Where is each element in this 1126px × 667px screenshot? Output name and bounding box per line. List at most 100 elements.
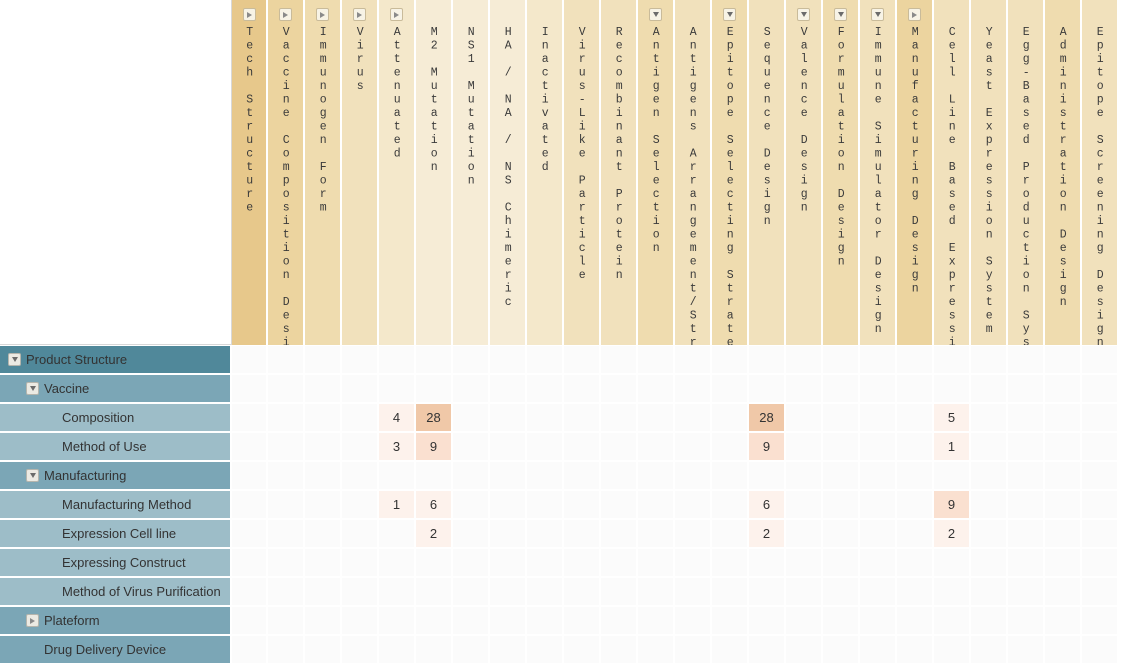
grid-cell-empty[interactable] (675, 491, 712, 520)
grid-cell-empty[interactable] (897, 433, 934, 462)
grid-cell-empty[interactable] (1008, 636, 1045, 665)
grid-cell-empty[interactable] (268, 346, 305, 375)
grid-cell-empty[interactable] (823, 607, 860, 636)
grid-cell-value[interactable]: 28 (416, 404, 453, 433)
grid-cell-empty[interactable] (564, 491, 601, 520)
grid-cell-empty[interactable] (897, 491, 934, 520)
grid-cell-empty[interactable] (823, 462, 860, 491)
grid-cell-empty[interactable] (823, 346, 860, 375)
grid-cell-empty[interactable] (786, 578, 823, 607)
grid-cell-empty[interactable] (232, 607, 268, 636)
column-header-ha-na-ns-chimeric[interactable]: HA / NA / NS Chimeric (490, 0, 527, 345)
grid-cell-empty[interactable] (342, 462, 379, 491)
grid-cell-empty[interactable] (1082, 462, 1119, 491)
tree-plateform-expand-icon[interactable] (26, 614, 39, 627)
tree-row-expressing-construct[interactable]: Expressing Construct (0, 549, 232, 578)
column-header-virus[interactable]: Virus (342, 0, 379, 345)
grid-cell-empty[interactable] (712, 549, 749, 578)
grid-cell-empty[interactable] (268, 607, 305, 636)
grid-cell-empty[interactable] (305, 375, 342, 404)
grid-cell-empty[interactable] (342, 433, 379, 462)
tree-row-product-structure[interactable]: Product Structure (0, 346, 232, 375)
grid-cell-empty[interactable] (342, 346, 379, 375)
grid-cell-empty[interactable] (268, 404, 305, 433)
grid-cell-value[interactable]: 4 (379, 404, 416, 433)
column-valence-design-collapse-icon[interactable] (797, 8, 810, 21)
grid-cell-empty[interactable] (527, 607, 564, 636)
grid-cell-empty[interactable] (601, 491, 638, 520)
grid-cell-empty[interactable] (1082, 636, 1119, 665)
grid-cell-empty[interactable] (601, 549, 638, 578)
grid-cell-value[interactable]: 5 (934, 404, 971, 433)
grid-cell-empty[interactable] (749, 578, 786, 607)
column-immunogen-form-expand-icon[interactable] (316, 8, 329, 21)
grid-cell-empty[interactable] (416, 607, 453, 636)
grid-cell-value[interactable]: 1 (934, 433, 971, 462)
grid-cell-empty[interactable] (232, 491, 268, 520)
grid-cell-empty[interactable] (601, 404, 638, 433)
grid-cell-empty[interactable] (342, 549, 379, 578)
column-header-yeast-expression-system[interactable]: Yeast Expression System (971, 0, 1008, 345)
grid-cell-empty[interactable] (823, 578, 860, 607)
grid-cell-empty[interactable] (564, 549, 601, 578)
grid-cell-empty[interactable] (786, 375, 823, 404)
grid-cell-empty[interactable] (1082, 549, 1119, 578)
grid-cell-empty[interactable] (675, 462, 712, 491)
grid-cell-empty[interactable] (1045, 404, 1082, 433)
grid-cell-empty[interactable] (416, 549, 453, 578)
grid-cell-empty[interactable] (712, 433, 749, 462)
grid-cell-empty[interactable] (379, 346, 416, 375)
grid-cell-empty[interactable] (1082, 520, 1119, 549)
grid-cell-value[interactable]: 3 (379, 433, 416, 462)
grid-cell-empty[interactable] (416, 375, 453, 404)
grid-cell-empty[interactable] (675, 433, 712, 462)
grid-cell-empty[interactable] (490, 491, 527, 520)
grid-cell-empty[interactable] (860, 375, 897, 404)
grid-cell-value[interactable]: 9 (416, 433, 453, 462)
grid-cell-empty[interactable] (786, 462, 823, 491)
grid-cell-empty[interactable] (342, 375, 379, 404)
grid-cell-empty[interactable] (490, 578, 527, 607)
grid-cell-empty[interactable] (897, 636, 934, 665)
grid-cell-empty[interactable] (416, 636, 453, 665)
grid-cell-empty[interactable] (527, 520, 564, 549)
grid-cell-empty[interactable] (860, 346, 897, 375)
grid-cell-empty[interactable] (638, 375, 675, 404)
grid-cell-empty[interactable] (1045, 491, 1082, 520)
grid-cell-empty[interactable] (490, 404, 527, 433)
grid-cell-empty[interactable] (379, 520, 416, 549)
grid-cell-empty[interactable] (860, 462, 897, 491)
grid-cell-empty[interactable] (268, 520, 305, 549)
column-header-administration-design[interactable]: Administration Design (1045, 0, 1082, 345)
grid-cell-empty[interactable] (786, 607, 823, 636)
grid-cell-empty[interactable] (268, 375, 305, 404)
grid-cell-empty[interactable] (379, 607, 416, 636)
grid-cell-empty[interactable] (453, 578, 490, 607)
grid-cell-empty[interactable] (971, 491, 1008, 520)
column-attenuated-expand-icon[interactable] (390, 8, 403, 21)
grid-cell-empty[interactable] (638, 549, 675, 578)
grid-cell-empty[interactable] (712, 636, 749, 665)
grid-cell-empty[interactable] (1045, 549, 1082, 578)
grid-cell-empty[interactable] (305, 520, 342, 549)
grid-cell-empty[interactable] (305, 549, 342, 578)
grid-cell-empty[interactable] (564, 462, 601, 491)
grid-cell-empty[interactable] (379, 636, 416, 665)
grid-cell-empty[interactable] (749, 607, 786, 636)
grid-cell-empty[interactable] (1045, 375, 1082, 404)
grid-cell-empty[interactable] (786, 491, 823, 520)
column-header-immunogen-form[interactable]: Immunogen Form (305, 0, 342, 345)
grid-cell-empty[interactable] (675, 404, 712, 433)
grid-cell-empty[interactable] (268, 491, 305, 520)
grid-cell-empty[interactable] (971, 549, 1008, 578)
grid-cell-empty[interactable] (1082, 404, 1119, 433)
grid-cell-empty[interactable] (786, 549, 823, 578)
grid-cell-empty[interactable] (527, 549, 564, 578)
grid-cell-empty[interactable] (638, 433, 675, 462)
grid-cell-value[interactable]: 6 (749, 491, 786, 520)
grid-cell-empty[interactable] (712, 462, 749, 491)
column-header-antigen-selection[interactable]: Antigen Selection (638, 0, 675, 345)
grid-cell-empty[interactable] (490, 636, 527, 665)
grid-cell-empty[interactable] (342, 578, 379, 607)
grid-cell-empty[interactable] (675, 346, 712, 375)
